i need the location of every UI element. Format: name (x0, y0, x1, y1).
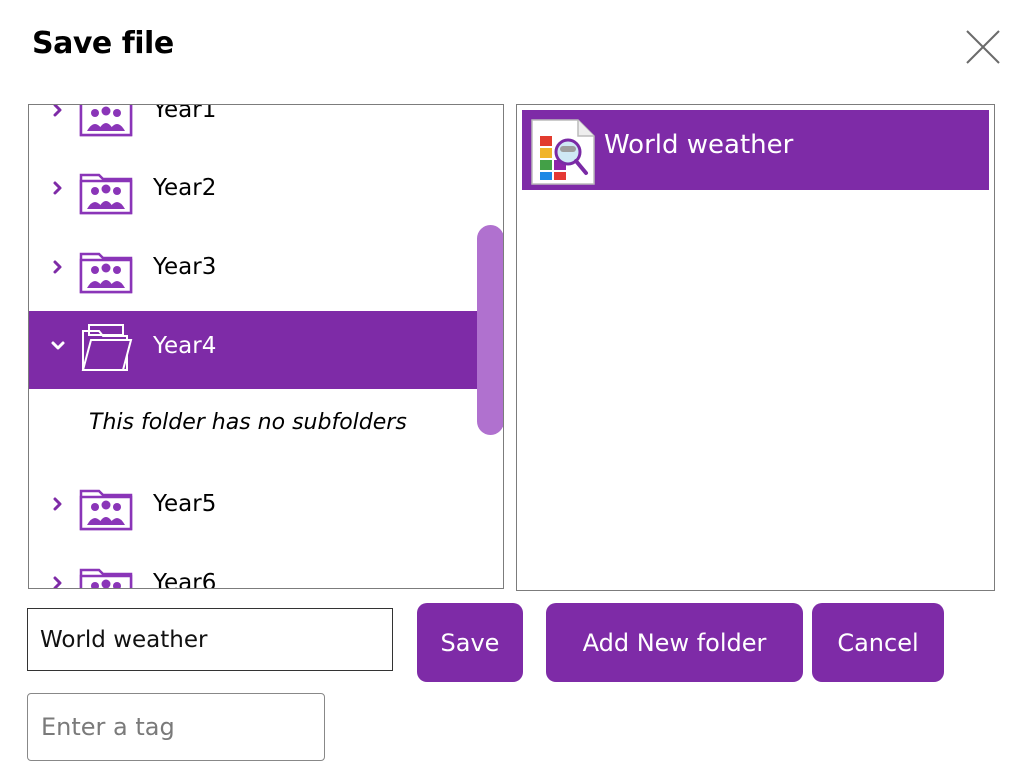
tree-item-label: Year4 (153, 333, 217, 359)
group-folder-icon (79, 252, 133, 294)
group-folder-icon (79, 489, 133, 531)
tree-item-label: Year2 (153, 175, 217, 201)
chevron-right-icon[interactable] (49, 104, 67, 119)
tree-item-year6[interactable]: Year6 (29, 548, 503, 589)
tree-item-year5[interactable]: Year5 (29, 469, 503, 547)
chevron-right-icon[interactable] (49, 495, 67, 513)
close-button[interactable] (965, 29, 1001, 65)
group-folder-icon (79, 105, 133, 137)
file-list[interactable]: World weather (516, 104, 995, 591)
open-folder-icon (81, 324, 133, 371)
save-button[interactable]: Save (417, 603, 523, 682)
tree-item-year1[interactable]: Year1 (29, 104, 503, 153)
tree-scrollbar-thumb[interactable] (477, 225, 503, 435)
tree-item-label: Year3 (153, 254, 217, 280)
tree-item-label: Year6 (153, 570, 217, 589)
group-folder-icon (79, 173, 133, 215)
cancel-button[interactable]: Cancel (812, 603, 944, 682)
chevron-right-icon[interactable] (49, 179, 67, 197)
tree-item-label: Year5 (153, 491, 217, 517)
file-name-input[interactable] (27, 608, 393, 671)
data-file-icon (531, 119, 595, 185)
tree-item-year2[interactable]: Year2 (29, 153, 503, 231)
chevron-right-icon[interactable] (49, 574, 67, 589)
add-new-folder-button[interactable]: Add New folder (546, 603, 803, 682)
dialog-title: Save file (32, 26, 174, 61)
chevron-down-icon[interactable] (49, 337, 67, 355)
tag-input[interactable] (27, 693, 325, 761)
close-icon (966, 30, 1000, 64)
tree-item-year3[interactable]: Year3 (29, 232, 503, 310)
tree-item-year4[interactable]: Year4 (29, 311, 503, 389)
group-folder-icon (79, 568, 133, 588)
file-item-world-weather[interactable]: World weather (522, 110, 989, 190)
no-subfolders-message: This folder has no subfolders (89, 410, 407, 435)
chevron-right-icon[interactable] (49, 258, 67, 276)
tree-item-label: Year1 (153, 104, 217, 123)
folder-tree[interactable]: Year1 Year2 Year3 Year4 This folder has … (28, 104, 504, 589)
file-item-label: World weather (604, 130, 794, 160)
